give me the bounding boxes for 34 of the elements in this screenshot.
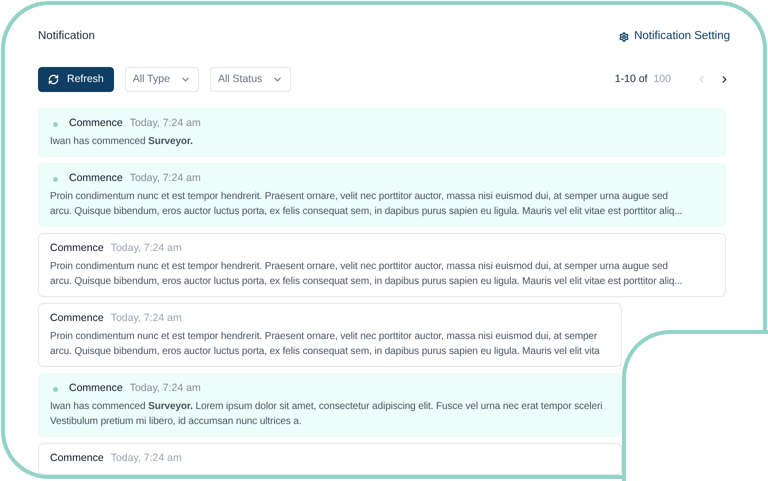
notification-text: arcu. Quisque bibendum, eros auctor luctus porta, ex felis consequat sem, in dapibus purus sapien eu ligula. Mauris vel elit vita xyxy=(50,345,601,359)
notification-text: Proin condimentum nunc et est tempor hendrerit. Praesent ornare, velit nec porttitor auctor, massa nisi euismod dui, at semper urna augue sed xyxy=(50,260,669,274)
page-title: Notification xyxy=(38,29,95,44)
page-range: 1-10 of xyxy=(614,72,648,87)
notification-time: Today, 7:24 am xyxy=(110,241,182,256)
filter-dropdown[interactable]: All Type xyxy=(124,67,199,92)
notification-title: Commence xyxy=(50,311,104,326)
notification-card[interactable] xyxy=(38,303,622,367)
refresh-button[interactable]: Refresh xyxy=(38,67,114,92)
notification-card[interactable] xyxy=(38,233,726,297)
notification-time: Today, 7:24 am xyxy=(130,381,201,396)
notification-title: Commence xyxy=(69,171,123,186)
notification-title: Commence xyxy=(50,451,104,466)
notification-text: Proin condimentum nunc et est tempor hendrerit. Praesent ornare, velit nec porttitor auctor, massa nisi euismod dui, at semper urna augue sed xyxy=(50,190,669,204)
notification-title: Commence xyxy=(69,116,123,132)
notification-setting-link[interactable]: Notification Setting xyxy=(619,28,730,46)
notification-text: Iwan has commenced Surveyor. xyxy=(50,135,194,149)
notification-title: Commence xyxy=(50,241,104,256)
notification-time: Today, 7:24 am xyxy=(110,451,182,466)
notification-title: Commence xyxy=(69,381,123,396)
settings-icon xyxy=(619,32,630,42)
notification-time: Today, 7:24 am xyxy=(130,171,201,186)
notification-time: Today, 7:24 am xyxy=(130,116,201,132)
notification-text: arcu. Quisque bibendum, eros auctor luctus porta, ex felis consequat sem, in dapibus purus sapien eu ligula. Mauris vel elit vitae est porttitor aliq... xyxy=(50,275,684,289)
notification-time: Today, 7:24 am xyxy=(110,311,182,326)
notification-text: Iwan has commenced Surveyor. Lorem ipsum dolor sit amet, consectetur adipiscing elit. Fusce vel urna nec erat tempor sceleri xyxy=(50,400,604,414)
notification-text: arcu. Quisque bibendum, eros auctor luctus porta, ex felis consequat sem, in dapibus purus sapien eu ligula. Mauris vel elit vitae est porttitor aliq... xyxy=(50,205,684,219)
refresh-icon xyxy=(48,74,59,85)
total-count: 100 xyxy=(653,72,671,87)
filter-dropdown[interactable]: All Status xyxy=(210,67,292,92)
notification-text: Vestibulum pretium mi libero, id accumsan nunc ultrices a. xyxy=(50,415,303,429)
notification-card[interactable]: Commence Today, 7:24 am xyxy=(38,443,622,475)
notification-card[interactable]: Commence Today, 7:24 am Iwan has commenced Surveyor. xyxy=(38,108,726,157)
notification-text: Proin condimentum nunc et est tempor hendrerit. Praesent ornare, velit nec porttitor auctor, massa nisi euismod dui, at semper xyxy=(50,330,598,344)
